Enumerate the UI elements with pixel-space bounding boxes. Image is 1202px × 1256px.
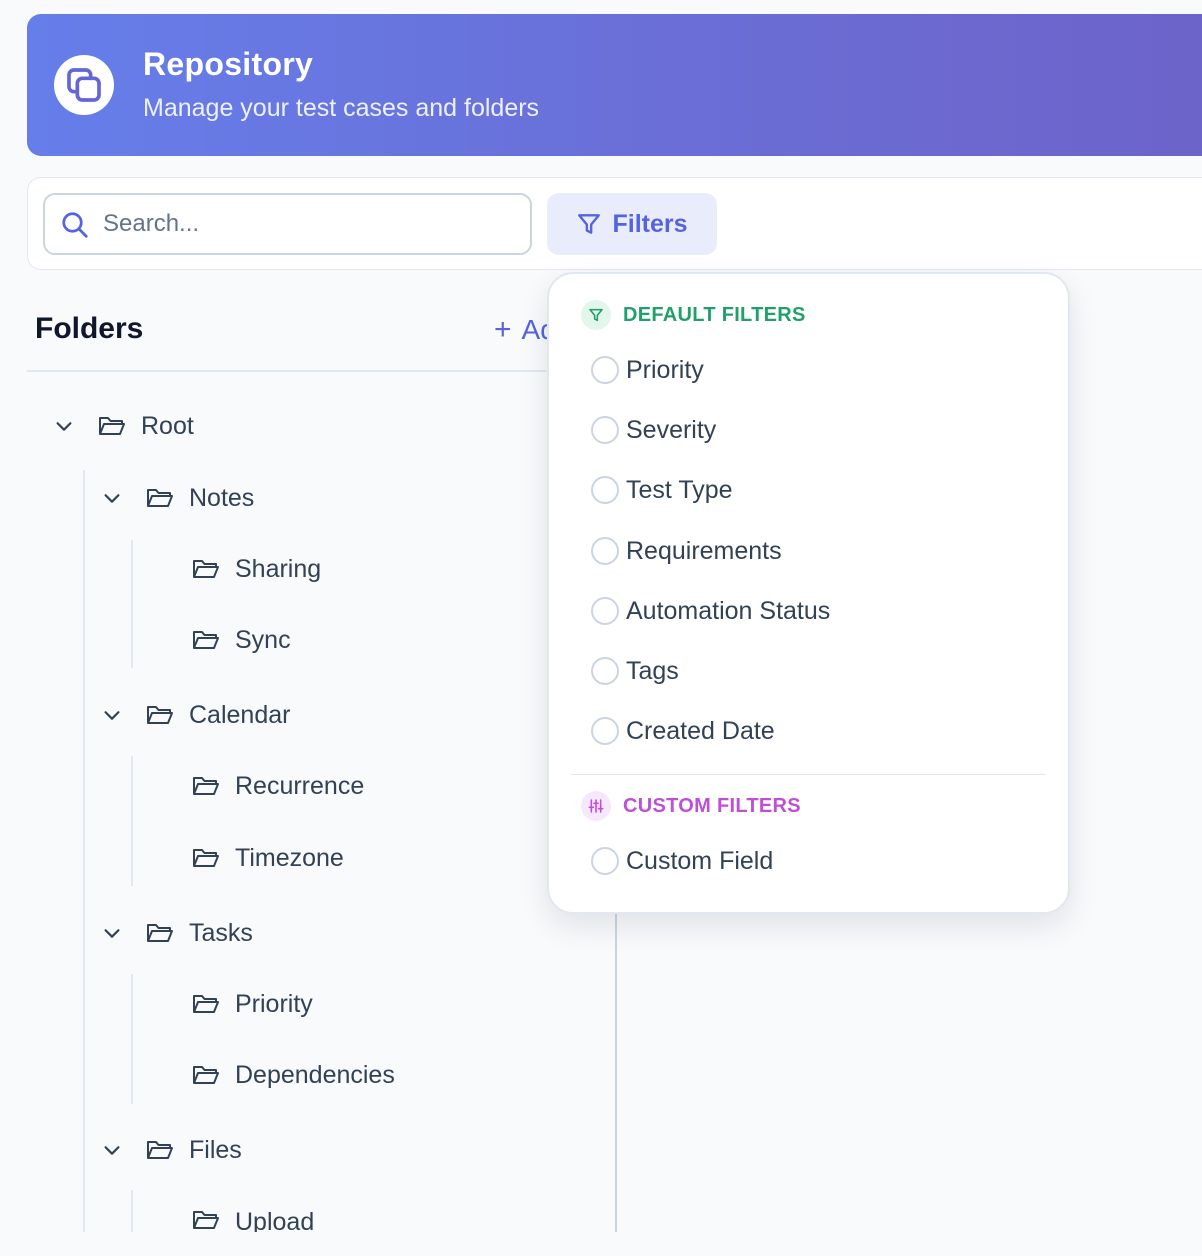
tree-item-sharing[interactable]: Sharing — [191, 549, 321, 589]
tree-item-label: Recurrence — [235, 771, 365, 800]
folders-divider — [27, 370, 547, 372]
folder-icon — [145, 1138, 175, 1162]
folders-title: Folders — [35, 312, 144, 345]
folder-icon — [191, 846, 221, 870]
search-icon — [62, 212, 88, 238]
tree-item-label: Files — [189, 1135, 242, 1164]
filter-option-custom-field[interactable]: Custom Field — [591, 841, 773, 881]
sliders-icon — [581, 791, 611, 821]
tree-item-dependencies[interactable]: Dependencies — [191, 1055, 395, 1095]
add-folder-button[interactable]: + Add — [494, 314, 554, 346]
panel-divider — [615, 900, 617, 1232]
repository-logo — [54, 55, 114, 115]
filter-icon — [578, 214, 601, 234]
filter-option-label: Priority — [626, 355, 704, 384]
folder-icon — [191, 774, 221, 798]
checkbox[interactable] — [591, 847, 619, 875]
filters-dropdown: DEFAULT FILTERS Priority Severity Test T… — [547, 272, 1070, 914]
filter-option-test-type[interactable]: Test Type — [591, 470, 733, 510]
tree-item-upload[interactable]: Upload — [191, 1202, 314, 1232]
default-filters-heading-label: DEFAULT FILTERS — [623, 303, 806, 326]
filter-option-label: Custom Field — [626, 846, 774, 875]
tree-item-label: Timezone — [235, 843, 344, 872]
filter-icon — [581, 300, 611, 330]
tree-item-recurrence[interactable]: Recurrence — [191, 766, 364, 806]
folder-icon — [191, 1208, 221, 1232]
page-header: Repository Manage your test cases and fo… — [27, 14, 1202, 156]
folder-icon — [145, 703, 175, 727]
filters-divider — [571, 774, 1046, 775]
tree-guide — [131, 1190, 133, 1232]
checkbox[interactable] — [591, 476, 619, 504]
tree-item-label: Calendar — [189, 700, 291, 729]
folder-icon — [97, 414, 127, 438]
filter-option-automation-status[interactable]: Automation Status — [591, 591, 830, 631]
chevron-down-icon[interactable] — [101, 1139, 123, 1161]
custom-filters-heading: CUSTOM FILTERS — [581, 791, 801, 821]
folder-icon — [145, 486, 175, 510]
filter-option-tags[interactable]: Tags — [591, 651, 679, 691]
tree-guide — [131, 756, 133, 886]
chevron-down-icon[interactable] — [101, 487, 123, 509]
tree-item-label: Root — [141, 411, 194, 440]
checkbox[interactable] — [591, 537, 619, 565]
tree-item-sync[interactable]: Sync — [191, 620, 291, 660]
filter-option-label: Requirements — [626, 536, 782, 565]
checkbox[interactable] — [591, 597, 619, 625]
tree-item-label: Dependencies — [235, 1060, 395, 1089]
chevron-down-icon[interactable] — [101, 922, 123, 944]
tree-guide — [83, 470, 85, 1232]
checkbox[interactable] — [591, 717, 619, 745]
chevron-down-icon[interactable] — [53, 415, 75, 437]
filter-option-requirements[interactable]: Requirements — [591, 531, 782, 571]
filter-option-label: Automation Status — [626, 596, 831, 625]
copy-icon — [67, 68, 101, 102]
tree-guide — [131, 974, 133, 1104]
chevron-down-icon[interactable] — [101, 704, 123, 726]
tree-item-label: Sync — [235, 625, 291, 654]
filter-option-label: Tags — [626, 656, 679, 685]
search-input[interactable] — [103, 203, 503, 245]
filters-button-label: Filters — [612, 209, 688, 238]
tree-item-label: Notes — [189, 483, 255, 512]
tree-item-tasks[interactable]: Tasks — [101, 913, 253, 953]
folder-icon — [191, 557, 221, 581]
default-filters-heading: DEFAULT FILTERS — [581, 300, 806, 330]
folder-icon — [145, 921, 175, 945]
filter-option-label: Test Type — [626, 475, 733, 504]
tree-item-label: Upload — [235, 1208, 315, 1232]
page-subtitle: Manage your test cases and folders — [143, 94, 540, 122]
filters-button[interactable]: Filters — [547, 193, 717, 255]
filter-option-label: Severity — [626, 415, 717, 444]
checkbox[interactable] — [591, 657, 619, 685]
toolbar: Filters — [27, 177, 1202, 270]
tree-item-timezone[interactable]: Timezone — [191, 838, 344, 878]
filter-option-priority[interactable]: Priority — [591, 350, 704, 390]
plus-icon: + — [494, 314, 512, 346]
tree-item-label: Sharing — [235, 554, 322, 583]
filter-option-created-date[interactable]: Created Date — [591, 711, 775, 751]
folder-icon — [191, 1063, 221, 1087]
checkbox[interactable] — [591, 416, 619, 444]
tree-guide — [131, 540, 133, 668]
tree-item-calendar[interactable]: Calendar — [101, 695, 290, 735]
tree-item-label: Priority — [235, 989, 313, 1018]
filter-option-label: Created Date — [626, 716, 775, 745]
folder-icon — [191, 628, 221, 652]
checkbox[interactable] — [591, 356, 619, 384]
tree-item-label: Tasks — [189, 918, 253, 947]
custom-filters-heading-label: CUSTOM FILTERS — [623, 794, 801, 817]
search-box[interactable] — [43, 193, 532, 255]
filter-option-severity[interactable]: Severity — [591, 410, 716, 450]
tree-item-files[interactable]: Files — [101, 1130, 242, 1170]
page-title: Repository — [143, 46, 314, 82]
tree-item-root[interactable]: Root — [53, 406, 194, 446]
tree-item-notes[interactable]: Notes — [101, 478, 254, 518]
tree-item-priority[interactable]: Priority — [191, 984, 313, 1024]
folder-icon — [191, 992, 221, 1016]
